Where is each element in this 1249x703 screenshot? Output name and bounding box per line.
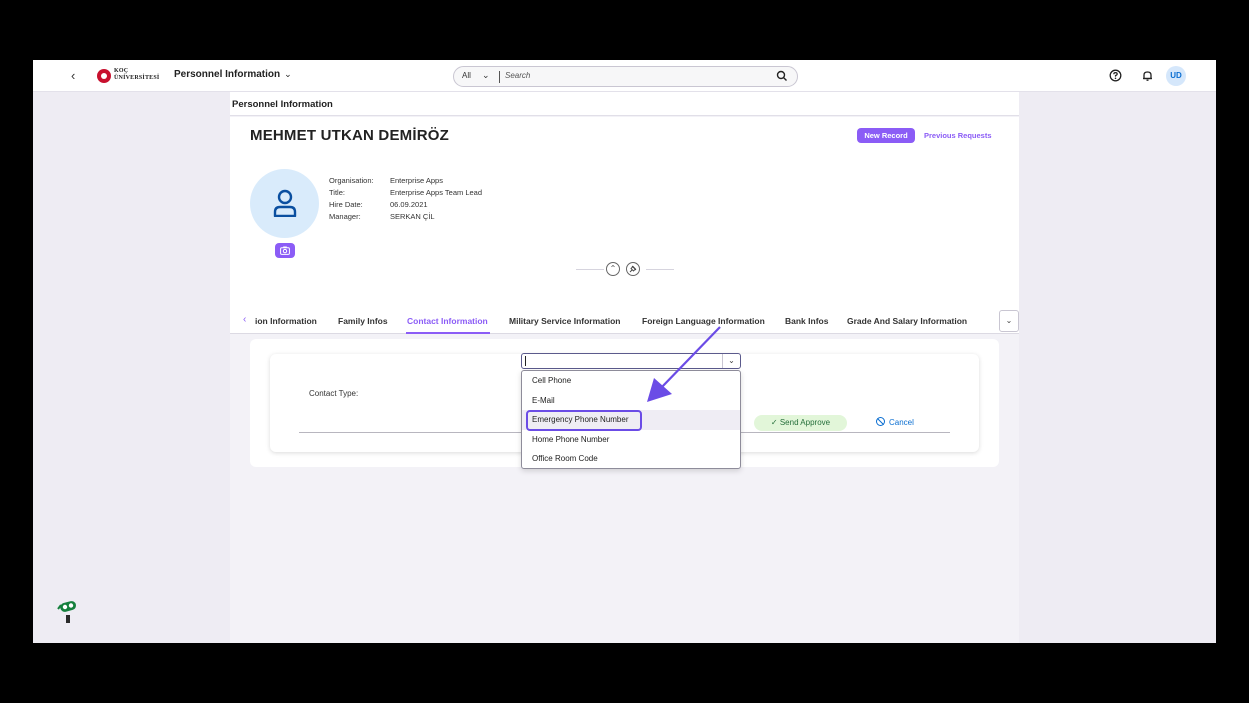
app-title: Personnel Information <box>174 69 281 80</box>
cancel-label: Cancel <box>889 418 914 427</box>
search-divider <box>499 71 500 83</box>
logo-line-2: ÜNİVERSİTESİ <box>114 75 160 81</box>
new-record-button[interactable]: New Record <box>857 128 915 143</box>
search-input[interactable]: Search <box>505 71 530 80</box>
chevron-down-icon: ⌄ <box>284 69 292 79</box>
koc-university-logo[interactable]: KOÇ ÜNİVERSİTESİ <box>97 68 173 84</box>
corner-logo-icon <box>57 601 77 623</box>
change-photo-button[interactable] <box>275 243 295 258</box>
send-approve-label: Send Approve <box>779 418 831 427</box>
search-field[interactable]: All ⌄ Search <box>453 66 798 87</box>
tab-overflow-button[interactable]: ⌄ <box>999 310 1019 332</box>
tab-bank-infos[interactable]: Bank Infos <box>785 316 828 326</box>
employee-photo <box>250 169 319 238</box>
page-title: Personnel Information <box>232 99 333 110</box>
help-icon[interactable] <box>1109 69 1122 82</box>
employee-attributes: Organisation: Enterprise Apps Title: Enter… <box>329 176 482 224</box>
shell-bar: ‹ KOÇ ÜNİVERSİTESİ Personnel Information… <box>33 60 1216 92</box>
attribute-label: Organisation: <box>329 176 374 185</box>
page-header: Personnel Information <box>230 92 1019 116</box>
chevron-down-icon: ⌄ <box>1005 316 1013 325</box>
divider <box>576 269 604 270</box>
header-controls: ⌃ <box>576 262 674 276</box>
dropdown-option-e-mail[interactable]: E-Mail <box>522 391 740 411</box>
checkmark-icon: ✓ <box>770 418 780 427</box>
tab-grade-and-salary-information[interactable]: Grade And Salary Information <box>847 316 967 326</box>
attribute-row: Organisation: Enterprise Apps <box>329 176 482 188</box>
dropdown-option-office-room-code[interactable]: Office Room Code <box>522 449 740 469</box>
employee-name: MEHMET UTKAN DEMİRÖZ <box>250 127 449 144</box>
send-approve-button[interactable]: ✓ Send Approve <box>754 415 847 431</box>
logo-line-1: KOÇ <box>114 68 129 74</box>
screen: ‹ KOÇ ÜNİVERSİTESİ Personnel Information… <box>0 0 1249 703</box>
attribute-row: Manager: SERKAN ÇİL <box>329 212 482 224</box>
tab-family-infos[interactable]: Family Infos <box>338 316 388 326</box>
active-tab-indicator <box>406 332 490 334</box>
cancel-icon <box>876 417 885 426</box>
combobox-open-button[interactable]: ⌄ <box>722 354 740 368</box>
back-icon[interactable]: ‹ <box>71 68 75 83</box>
app-title-menu[interactable]: Personnel Information ⌄ <box>174 69 292 80</box>
dropdown-option-cell-phone[interactable]: Cell Phone <box>522 371 740 391</box>
pin-icon <box>629 265 637 273</box>
attribute-label: Hire Date: <box>329 200 363 209</box>
annotation-highlight-box <box>526 410 642 431</box>
tab-personal-information[interactable]: ion Information <box>255 316 317 326</box>
attribute-row: Hire Date: 06.09.2021 <box>329 200 482 212</box>
logo-mark-icon <box>97 69 111 83</box>
pin-header-button[interactable] <box>626 262 640 276</box>
attribute-value: 06.09.2021 <box>390 200 428 209</box>
text-cursor <box>525 356 526 366</box>
camera-icon <box>280 246 290 255</box>
attribute-value: Enterprise Apps <box>390 176 443 185</box>
chevron-down-icon: ⌄ <box>728 356 735 365</box>
previous-requests-link[interactable]: Previous Requests <box>924 131 992 140</box>
app-window: ‹ KOÇ ÜNİVERSİTESİ Personnel Information… <box>33 60 1216 643</box>
divider <box>646 269 674 270</box>
attribute-value: SERKAN ÇİL <box>390 212 435 221</box>
tab-military-service-information[interactable]: Military Service Information <box>509 316 620 326</box>
bell-icon[interactable] <box>1141 69 1154 82</box>
collapse-header-button[interactable]: ⌃ <box>606 262 620 276</box>
contact-type-dropdown: Cell Phone E-Mail Emergency Phone Number… <box>521 370 741 469</box>
chevron-up-icon: ⌃ <box>609 264 617 273</box>
attribute-label: Manager: <box>329 212 361 221</box>
attribute-row: Title: Enterprise Apps Team Lead <box>329 188 482 200</box>
attribute-label: Title: <box>329 188 345 197</box>
dropdown-option-home-phone-number[interactable]: Home Phone Number <box>522 430 740 450</box>
user-avatar[interactable]: UD <box>1166 66 1186 86</box>
contact-type-label: Contact Type: <box>309 389 359 398</box>
person-icon <box>273 189 297 217</box>
contact-type-combobox[interactable]: ⌄ <box>521 353 741 369</box>
chevron-down-icon: ⌄ <box>482 70 490 80</box>
tab-bar: ‹ ion Information Family Infos Contact I… <box>230 307 1019 334</box>
tab-foreign-language-information[interactable]: Foreign Language Information <box>642 316 765 326</box>
cancel-button[interactable]: Cancel <box>876 415 932 431</box>
chevron-left-icon[interactable]: ‹ <box>243 314 246 325</box>
search-icon[interactable] <box>776 70 788 82</box>
tab-contact-information[interactable]: Contact Information <box>407 316 488 326</box>
object-header: MEHMET UTKAN DEMİRÖZ New Record Previous… <box>230 117 1019 307</box>
attribute-value: Enterprise Apps Team Lead <box>390 188 483 197</box>
search-scope-select[interactable]: All <box>462 71 471 80</box>
